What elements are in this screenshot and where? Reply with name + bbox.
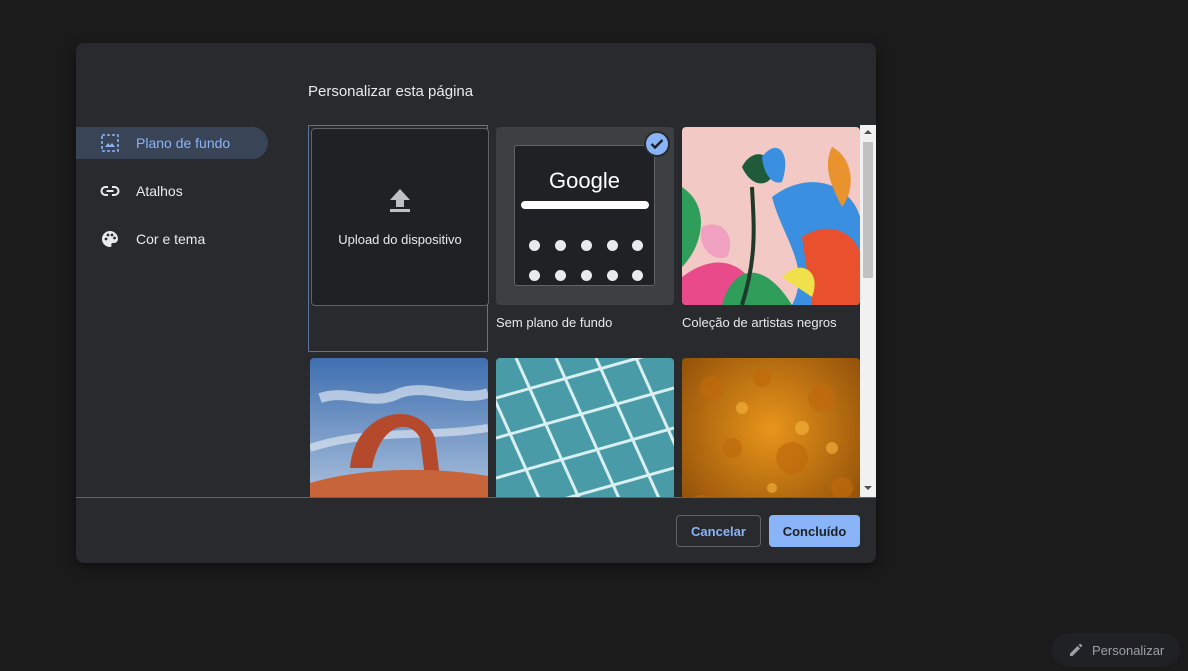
upload-label: Upload do dispositivo — [338, 232, 462, 247]
scroll-thumb[interactable] — [863, 142, 873, 278]
nav-label-background: Plano de fundo — [136, 135, 231, 151]
google-logo-preview: Google — [549, 168, 620, 193]
shortcut-dot — [581, 270, 592, 281]
artwork-thumbnail — [682, 127, 860, 305]
upload-tile-focus-ring: Upload do dispositivo — [308, 125, 489, 352]
shortcut-dot — [632, 270, 643, 281]
nav-label-shortcuts: Atalhos — [136, 183, 183, 199]
dialog-title: Personalizar esta página — [308, 83, 474, 100]
shortcut-dot — [529, 270, 540, 281]
selected-check-icon — [644, 131, 670, 157]
pencil-icon — [1069, 643, 1083, 657]
cancel-button[interactable]: Cancelar — [676, 515, 761, 547]
shortcut-dot — [632, 240, 643, 251]
dialog-nav: Plano de fundo Atalhos Cor e tema — [76, 127, 276, 271]
background-collections-grid: Upload do dispositivo Google Sem plano d… — [308, 125, 876, 497]
customize-page-label: Personalizar — [1092, 642, 1165, 658]
nav-label-color-theme: Cor e tema — [136, 231, 206, 247]
grid-scrollbar[interactable] — [860, 125, 876, 497]
no-background-tile[interactable]: Google — [496, 127, 674, 305]
scroll-up-arrow-icon[interactable] — [864, 130, 872, 134]
shortcut-dot — [581, 240, 592, 251]
black-artists-collection-tile[interactable] — [682, 127, 860, 305]
nav-item-shortcuts[interactable]: Atalhos — [76, 175, 268, 207]
shortcut-dot — [555, 240, 566, 251]
scroll-down-arrow-icon[interactable] — [864, 486, 872, 490]
wallpaper-icon — [100, 133, 120, 153]
link-icon — [100, 181, 120, 201]
done-button[interactable]: Concluído — [769, 515, 860, 547]
customize-page-button[interactable]: Personalizar — [1052, 633, 1180, 667]
arch-landscape-thumbnail — [310, 358, 488, 497]
upload-icon — [388, 187, 412, 218]
no-background-preview: Google — [514, 145, 655, 286]
landscapes-collection-tile[interactable] — [310, 358, 488, 497]
shortcut-dot — [607, 270, 618, 281]
upload-from-device-tile[interactable]: Upload do dispositivo — [311, 128, 489, 306]
palette-icon — [100, 229, 120, 249]
shortcut-dot — [555, 270, 566, 281]
geometric-collection-tile[interactable] — [496, 358, 674, 497]
customize-dialog: Personalizar esta página Plano de fundo … — [76, 43, 876, 563]
footer-divider — [76, 497, 876, 498]
black-artists-collection-label: Coleção de artistas negros — [682, 315, 837, 330]
no-background-label: Sem plano de fundo — [496, 315, 613, 330]
geometric-thumbnail — [496, 358, 674, 497]
shortcut-dot — [529, 240, 540, 251]
texture-thumbnail — [682, 358, 860, 497]
textures-collection-tile[interactable] — [682, 358, 860, 497]
shortcut-dot — [607, 240, 618, 251]
nav-item-color-theme[interactable]: Cor e tema — [76, 223, 268, 255]
nav-item-background[interactable]: Plano de fundo — [76, 127, 268, 159]
searchbar-preview — [521, 201, 649, 209]
